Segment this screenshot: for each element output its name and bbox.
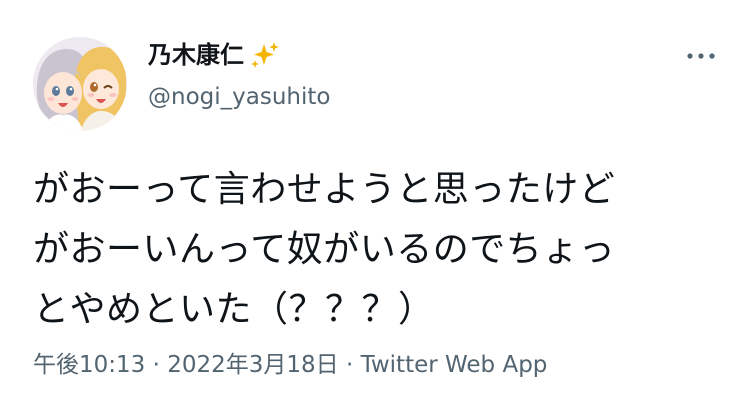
meta-separator: ·: [338, 352, 361, 378]
author-name-row[interactable]: 乃木康仁: [148, 40, 280, 70]
author-handle[interactable]: @nogi_yasuhito: [148, 82, 330, 112]
display-name[interactable]: 乃木康仁: [148, 40, 244, 70]
avatar[interactable]: [33, 37, 127, 131]
tweet-card: 乃木康仁 @nogi_yasuhito がおーって言わせようと思ったけど がおー…: [0, 0, 750, 413]
tweet-time[interactable]: 午後10:13: [33, 352, 145, 378]
tweet-text: がおーって言わせようと思ったけど がおーいんって奴がいるのでちょっ とやめといた…: [33, 169, 616, 330]
tweet-source-link[interactable]: Twitter Web App: [361, 352, 548, 378]
tweet-time-link[interactable]: 午後10:13 · 2022年3月18日: [33, 352, 339, 378]
anime-girls-avatar-icon: [33, 37, 127, 131]
tweet-date[interactable]: 2022年3月18日: [167, 352, 338, 378]
sparkles-icon: [248, 40, 280, 70]
more-horizontal-icon[interactable]: [684, 44, 718, 68]
meta-separator: ·: [145, 352, 168, 378]
tweet-meta: 午後10:13 · 2022年3月18日 · Twitter Web App: [33, 348, 547, 382]
